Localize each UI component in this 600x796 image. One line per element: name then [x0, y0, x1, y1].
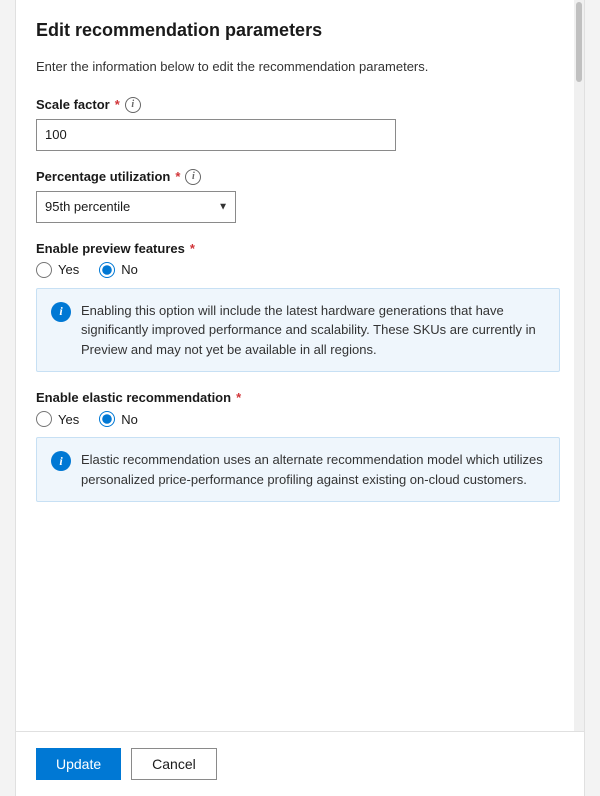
intro-text: Enter the information below to edit the … — [36, 57, 560, 77]
edit-panel: Edit recommendation parameters Enter the… — [15, 0, 585, 796]
enable-preview-label: Enable preview features * — [36, 241, 560, 256]
enable-elastic-yes-radio[interactable] — [36, 411, 52, 427]
scrollbar[interactable] — [574, 0, 584, 796]
scale-factor-input[interactable] — [36, 119, 396, 151]
enable-preview-no-radio[interactable] — [99, 262, 115, 278]
enable-elastic-info-box: i Elastic recommendation uses an alterna… — [36, 437, 560, 502]
scale-factor-required: * — [115, 97, 120, 112]
percentage-utilization-select-wrapper: 50th percentile 75th percentile 90th per… — [36, 191, 236, 223]
enable-preview-group: Enable preview features * Yes No i Enabl… — [36, 241, 560, 373]
enable-elastic-label: Enable elastic recommendation * — [36, 390, 560, 405]
footer: Update Cancel — [16, 731, 584, 796]
enable-elastic-no-label[interactable]: No — [99, 411, 138, 427]
enable-elastic-yes-label[interactable]: Yes — [36, 411, 79, 427]
info-circle-icon-2: i — [51, 451, 71, 471]
enable-elastic-radio-group: Yes No — [36, 411, 560, 427]
cancel-button[interactable]: Cancel — [131, 748, 217, 780]
percentage-utilization-select[interactable]: 50th percentile 75th percentile 90th per… — [36, 191, 236, 223]
enable-preview-no-label[interactable]: No — [99, 262, 138, 278]
scale-factor-info-icon[interactable]: i — [125, 97, 141, 113]
percentage-utilization-info-icon[interactable]: i — [185, 169, 201, 185]
percentage-utilization-label: Percentage utilization * i — [36, 169, 560, 185]
enable-elastic-info-text: Elastic recommendation uses an alternate… — [81, 450, 545, 489]
scrollbar-thumb — [576, 2, 582, 82]
enable-preview-yes-radio[interactable] — [36, 262, 52, 278]
percentage-utilization-required: * — [175, 169, 180, 184]
enable-preview-required: * — [190, 241, 195, 256]
enable-preview-yes-label[interactable]: Yes — [36, 262, 79, 278]
enable-elastic-group: Enable elastic recommendation * Yes No i… — [36, 390, 560, 502]
enable-preview-info-box: i Enabling this option will include the … — [36, 288, 560, 373]
update-button[interactable]: Update — [36, 748, 121, 780]
enable-elastic-no-radio[interactable] — [99, 411, 115, 427]
scale-factor-group: Scale factor * i — [36, 97, 560, 151]
scale-factor-label: Scale factor * i — [36, 97, 560, 113]
info-circle-icon: i — [51, 302, 71, 322]
panel-title: Edit recommendation parameters — [36, 20, 560, 41]
enable-preview-info-text: Enabling this option will include the la… — [81, 301, 545, 360]
percentage-utilization-group: Percentage utilization * i 50th percenti… — [36, 169, 560, 223]
enable-preview-radio-group: Yes No — [36, 262, 560, 278]
enable-elastic-required: * — [236, 390, 241, 405]
